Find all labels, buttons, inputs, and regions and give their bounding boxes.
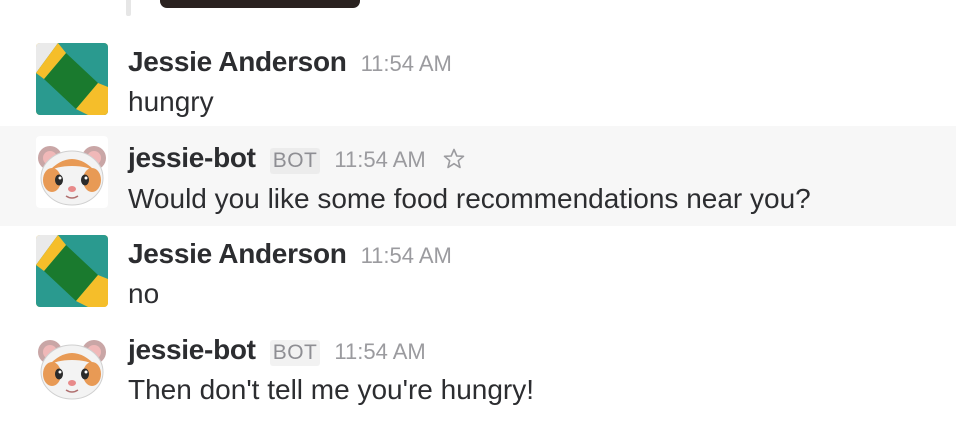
previous-message-image[interactable] [160, 0, 360, 8]
avatar-jessie-anderson[interactable] [36, 43, 108, 115]
message-text: Would you like some food recommendations… [128, 183, 811, 214]
geometric-avatar-icon [36, 235, 108, 307]
star-outline-icon[interactable] [442, 147, 466, 171]
message-timestamp[interactable]: 11:54 AM [334, 147, 425, 173]
message-timestamp[interactable]: 11:54 AM [334, 339, 425, 365]
message-item[interactable]: jessie-bot BOT 11:54 AM Then don't tell … [0, 322, 956, 422]
message-timestamp[interactable]: 11:54 AM [361, 243, 452, 269]
message-text: Then don't tell me you're hungry! [128, 374, 535, 405]
bot-badge: BOT [269, 148, 321, 174]
message-item[interactable]: Jessie Anderson 11:54 AM hungry [0, 32, 956, 126]
previous-message-attachment-bar [126, 0, 131, 16]
bot-badge: BOT [269, 340, 321, 366]
avatar-jessie-anderson[interactable] [36, 235, 108, 307]
message-list: Jessie Anderson 11:54 AM hungry jessie-b… [0, 0, 956, 440]
avatar-jessie-bot[interactable] [36, 136, 108, 208]
message-text: hungry [128, 86, 214, 117]
geometric-avatar-icon [36, 43, 108, 115]
sender-name[interactable]: jessie-bot [128, 334, 256, 366]
message-item[interactable]: jessie-bot BOT 11:54 AM Would you like s… [0, 126, 956, 226]
hamster-icon [36, 330, 108, 402]
hamster-icon [36, 136, 108, 208]
message-item[interactable]: Jessie Anderson 11:54 AM no [0, 226, 956, 322]
sender-name[interactable]: Jessie Anderson [128, 238, 347, 270]
sender-name[interactable]: Jessie Anderson [128, 46, 347, 78]
message-text: no [128, 278, 160, 309]
message-timestamp[interactable]: 11:54 AM [361, 51, 452, 77]
avatar-jessie-bot[interactable] [36, 330, 108, 402]
sender-name[interactable]: jessie-bot [128, 142, 256, 174]
